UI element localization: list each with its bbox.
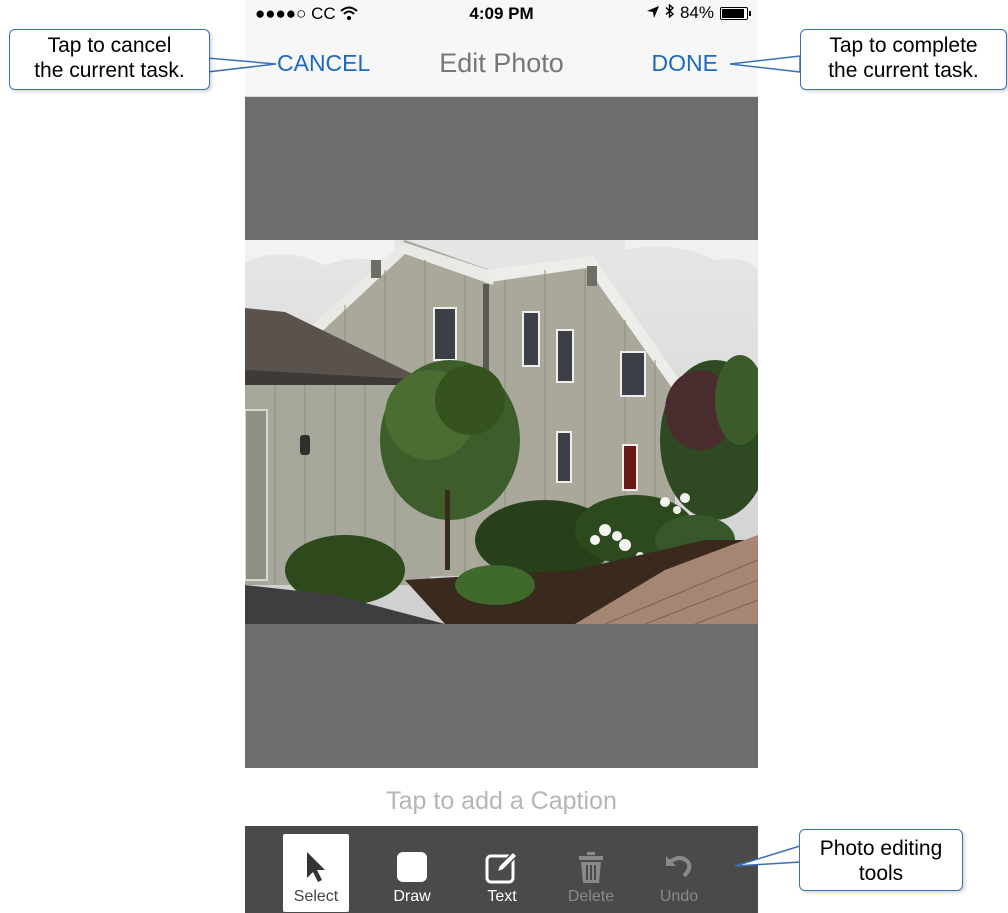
battery-icon: [720, 6, 751, 20]
trash-icon: [558, 847, 624, 887]
tools-callout-text: Photo editing tools: [819, 837, 943, 885]
done-button[interactable]: DONE: [652, 50, 718, 77]
done-callout: Tap to complete the current task.: [800, 29, 1007, 90]
text-tool-label: Text: [487, 888, 517, 905]
draw-tool-label: Draw: [393, 888, 431, 905]
house-photo-illustration: [245, 240, 758, 624]
battery-percent: 84%: [679, 3, 714, 22]
pointer-arrow-icon: [283, 847, 349, 887]
undo-tool-label: Undo: [659, 888, 699, 905]
photo-canvas[interactable]: [245, 97, 758, 768]
done-callout-text: Tap to complete the current task.: [828, 34, 979, 82]
tools-callout: Photo editing tools: [799, 829, 963, 891]
cancel-callout-text: Tap to cancel the current task.: [34, 34, 185, 82]
select-tool-button[interactable]: Select: [283, 834, 349, 912]
delete-tool-label: Delete: [567, 888, 615, 905]
battery-fill: [722, 8, 744, 18]
status-bar: ●●●●○ CC 4:09 PM 84%: [245, 0, 758, 28]
house-photo[interactable]: [245, 240, 758, 624]
navigation-bar: CANCEL Edit Photo DONE: [245, 28, 758, 97]
undo-tool-button[interactable]: Undo: [646, 834, 712, 912]
draw-tool-button[interactable]: Draw: [379, 834, 445, 912]
phone-screen: ●●●●○ CC 4:09 PM 84% CANCEL Edit Photo D…: [245, 0, 758, 913]
bluetooth-icon: [665, 3, 675, 23]
delete-tool-button[interactable]: Delete: [558, 834, 624, 912]
cancel-callout: Tap to cancel the current task.: [9, 29, 210, 90]
caption-input[interactable]: Tap to add a Caption: [245, 768, 758, 826]
select-tool-label: Select: [293, 888, 339, 905]
location-arrow-icon: [646, 3, 659, 23]
rounded-square-icon: [379, 847, 445, 887]
text-tool-button[interactable]: Text: [469, 834, 535, 912]
editing-toolbar: Select Draw Text Delete Undo: [245, 826, 758, 913]
undo-arrow-icon: [646, 847, 712, 887]
pencil-square-icon: [469, 847, 535, 887]
